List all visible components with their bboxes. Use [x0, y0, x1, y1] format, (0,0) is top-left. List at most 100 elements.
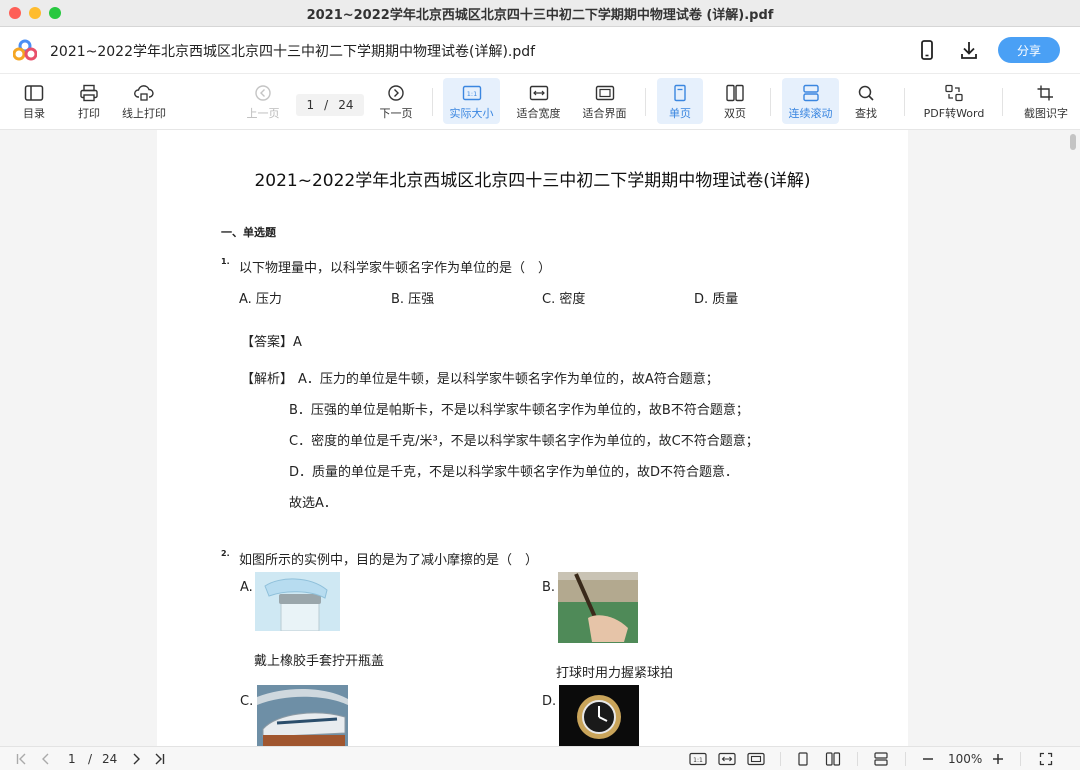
- first-page-icon[interactable]: [15, 751, 29, 767]
- vertical-scrollbar[interactable]: [1066, 130, 1080, 746]
- watch-image: [559, 685, 639, 746]
- page-separator: /: [324, 98, 329, 112]
- cloud-print-icon: [134, 85, 154, 101]
- minimize-window-button[interactable]: [29, 7, 41, 19]
- continuous-scroll-button[interactable]: 连续滚动: [782, 78, 839, 124]
- status-page-separator: /: [88, 752, 93, 766]
- chevron-left-circle-icon: [255, 85, 271, 101]
- section-heading: 一、单选题: [221, 226, 276, 239]
- pdf-to-word-button[interactable]: PDF转Word: [920, 78, 988, 124]
- app-logo-icon: [13, 39, 37, 61]
- continuous-scroll-icon[interactable]: [873, 751, 889, 767]
- option-d: D. 质量: [694, 292, 739, 307]
- share-button[interactable]: 分享: [998, 37, 1060, 63]
- analysis-line: 故选A．: [289, 496, 337, 511]
- zoom-out-icon[interactable]: [921, 751, 935, 767]
- fit-page-icon[interactable]: [747, 751, 765, 767]
- fit-page-label: 适合界面: [582, 107, 627, 120]
- page-number-input[interactable]: 1 / 24: [296, 94, 364, 116]
- fullscreen-icon[interactable]: [1039, 751, 1053, 767]
- status-current-page[interactable]: 1: [68, 751, 76, 767]
- analysis-line: B．压强的单位是帕斯卡，不是以科学家牛顿名字作为单位的，故B不符合题意；: [289, 403, 749, 418]
- sidebar-icon: [24, 85, 44, 101]
- maglev-train-image: [257, 685, 348, 746]
- fit-page-icon: [595, 85, 614, 101]
- chevron-right-icon[interactable]: [129, 751, 143, 767]
- single-page-button[interactable]: 单页: [657, 78, 703, 124]
- option-d-letter: D.: [542, 694, 557, 709]
- actual-size-icon: 1:1: [462, 85, 481, 101]
- option-c-letter: C.: [240, 694, 254, 709]
- app-header: 2021~2022学年北京西城区北京四十三中初二下学期期中物理试卷(详解).pd…: [0, 27, 1080, 74]
- glove-bottle-image: [255, 572, 340, 631]
- find-label: 查找: [855, 107, 877, 120]
- fit-width-icon: [529, 85, 548, 101]
- print-label: 打印: [78, 107, 100, 120]
- print-button[interactable]: 打印: [69, 78, 109, 124]
- svg-text:1:1: 1:1: [693, 757, 703, 764]
- answer-line: 【答案】A: [241, 335, 302, 350]
- continuous-scroll-icon: [802, 84, 819, 102]
- contents-button[interactable]: 目录: [14, 78, 54, 124]
- prev-page-label: 上一页: [246, 107, 280, 120]
- screenshot-ocr-label: 截图识字: [1024, 107, 1068, 120]
- toolbar-divider: [432, 88, 433, 116]
- status-divider: [905, 752, 906, 766]
- chevron-right-circle-icon: [388, 85, 404, 101]
- option-b-caption: 打球时用力握紧球拍: [556, 666, 674, 681]
- actual-size-button[interactable]: 1:1 实际大小: [443, 78, 500, 124]
- question-number: 2.: [221, 549, 230, 558]
- analysis-line: C．密度的单位是千克/米³，不是以科学家牛顿名字作为单位的，故C不符合题意；: [289, 434, 759, 449]
- online-print-button[interactable]: 线上打印: [118, 78, 170, 124]
- prev-page-button[interactable]: 上一页: [243, 78, 283, 124]
- find-button[interactable]: 查找: [846, 78, 886, 124]
- last-page-icon[interactable]: [152, 751, 166, 767]
- status-total-pages: 24: [102, 752, 118, 766]
- zoom-window-button[interactable]: [49, 7, 61, 19]
- scrollbar-thumb[interactable]: [1070, 134, 1076, 150]
- toolbar-divider: [645, 88, 646, 116]
- printer-icon: [80, 84, 98, 102]
- actual-size-label: 实际大小: [449, 107, 494, 120]
- question-text: 如图所示的实例中，目的是为了减小摩擦的是（ ）: [239, 553, 539, 568]
- single-page-label: 单页: [669, 107, 691, 120]
- status-divider: [1020, 752, 1021, 766]
- document-title: 2021~2022学年北京西城区北京四十三中初二下学期期中物理试卷(详解).pd…: [50, 44, 536, 60]
- actual-size-icon[interactable]: 1:1: [689, 751, 707, 767]
- chevron-left-icon[interactable]: [39, 751, 53, 767]
- next-page-label: 下一页: [379, 107, 413, 120]
- fit-width-label: 适合宽度: [516, 107, 561, 120]
- question-text: 以下物理量中，以科学家牛顿名字作为单位的是（ ）: [239, 261, 552, 276]
- fit-width-icon[interactable]: [718, 751, 736, 767]
- svg-text:1:1: 1:1: [466, 90, 476, 98]
- racket-grip-image: [558, 572, 638, 643]
- analysis-heading: 【解析】: [241, 372, 294, 387]
- close-window-button[interactable]: [9, 7, 21, 19]
- download-icon[interactable]: [958, 39, 980, 61]
- fit-width-button[interactable]: 适合宽度: [511, 78, 566, 124]
- screenshot-ocr-button[interactable]: 截图识字: [1018, 78, 1074, 124]
- analysis-line: D．质量的单位是千克，不是以科学家牛顿名字作为单位的，故D不符合题意．: [289, 465, 739, 480]
- continuous-scroll-label: 连续滚动: [788, 107, 833, 120]
- next-page-button[interactable]: 下一页: [376, 78, 416, 124]
- option-a-caption: 戴上橡胶手套拧开瓶盖: [254, 654, 385, 669]
- convert-icon: [945, 84, 963, 102]
- status-bar: 1 / 24 1:1 100%: [0, 746, 1080, 770]
- single-page-icon[interactable]: [796, 751, 810, 767]
- pdf-page: 2021~2022学年北京西城区北京四十三中初二下学期期中物理试卷(详解) 一、…: [157, 130, 908, 746]
- double-page-label: 双页: [724, 107, 746, 120]
- double-page-button[interactable]: 双页: [713, 78, 757, 124]
- window-controls: [9, 7, 61, 19]
- fit-page-button[interactable]: 适合界面: [577, 78, 632, 124]
- analysis-line: A．压力的单位是牛顿，是以科学家牛顿名字作为单位的，故A符合题意；: [298, 372, 719, 387]
- document-viewer[interactable]: 2021~2022学年北京西城区北京四十三中初二下学期期中物理试卷(详解) 一、…: [0, 130, 1080, 746]
- double-page-icon[interactable]: [825, 751, 841, 767]
- main-toolbar: 目录 打印 线上打印 上一页 1 / 24 下一页 1:1 实际大小 适合宽度 …: [0, 74, 1080, 130]
- status-divider: [780, 752, 781, 766]
- option-a-letter: A.: [240, 580, 253, 595]
- zoom-level[interactable]: 100%: [948, 751, 982, 767]
- zoom-in-icon[interactable]: [991, 751, 1005, 767]
- option-a: A. 压力: [239, 292, 282, 307]
- mobile-phone-icon[interactable]: [916, 39, 938, 61]
- toolbar-divider: [770, 88, 771, 116]
